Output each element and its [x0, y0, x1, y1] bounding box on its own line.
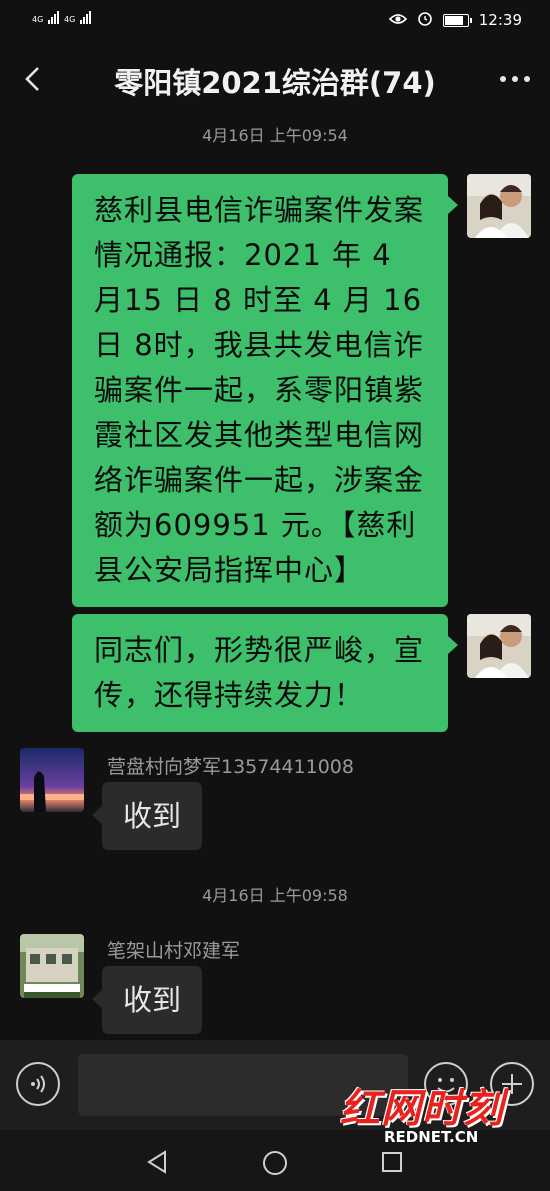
more-button[interactable]	[500, 76, 530, 82]
status-time: 12:39	[478, 11, 522, 29]
status-bar: 4G 4G 12:39	[0, 0, 550, 40]
avatar-self[interactable]	[467, 614, 531, 678]
avatar-couple-photo	[467, 614, 531, 678]
more-dots-icon	[500, 76, 506, 82]
signal-2-label: 4G	[64, 15, 76, 24]
battery-icon	[442, 13, 472, 27]
avatar-building-photo	[20, 934, 84, 998]
alarm-icon	[417, 10, 433, 30]
watermark-logo: 红网时刻	[340, 1086, 504, 1132]
eye-icon	[388, 11, 407, 29]
circle-home-icon[interactable]	[262, 1150, 288, 1180]
avatar-couple-photo	[467, 174, 531, 238]
triangle-back-icon[interactable]	[146, 1150, 168, 1178]
timestamp: 4月16日 上午09:54	[202, 126, 348, 145]
timestamp: 4月16日 上午09:58	[202, 886, 348, 905]
signal-indicator-1: 4G	[32, 11, 60, 24]
avatar-self[interactable]	[467, 174, 531, 238]
chat-header: 零阳镇2021综治群(74)	[0, 40, 550, 120]
watermark-site: REDNET.CN	[384, 1128, 479, 1146]
message-bubble-outgoing[interactable]: 慈利县电信诈骗案件发案情况通报：2021 年 4 月15 日 8 时至 4 月 …	[72, 174, 458, 607]
chat-title: 零阳镇2021综治群(74)	[114, 66, 436, 100]
square-recent-icon[interactable]	[381, 1151, 403, 1177]
message-bubble-incoming[interactable]: 收到	[92, 966, 202, 1034]
voice-button[interactable]	[16, 1062, 60, 1106]
avatar-sunset-photo	[20, 748, 84, 812]
sender-name: 营盘村向梦军13574411008	[107, 756, 354, 778]
voice-icon	[31, 1075, 45, 1093]
signal-indicator-2: 4G	[64, 11, 92, 24]
signal-1-label: 4G	[32, 15, 44, 24]
avatar-sender[interactable]	[20, 748, 84, 812]
avatar-sender[interactable]	[20, 934, 84, 998]
sender-name: 笔架山村邓建军	[107, 940, 241, 962]
message-bubble-incoming[interactable]: 收到	[92, 782, 202, 850]
message-bubble-outgoing[interactable]: 同志们，形势很严峻，宣传，还得持续发力！	[72, 614, 458, 732]
